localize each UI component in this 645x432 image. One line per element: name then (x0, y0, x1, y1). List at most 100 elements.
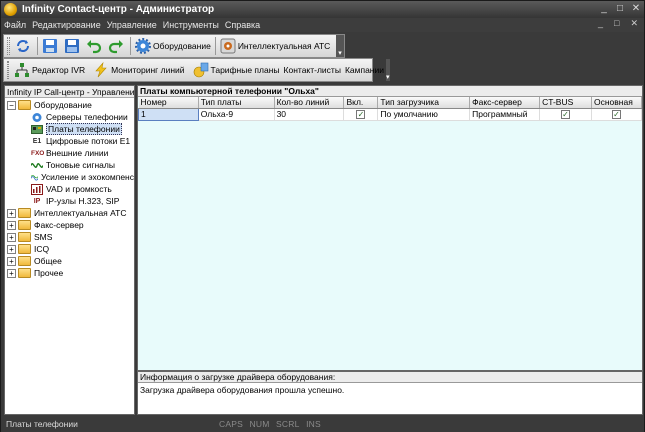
collapse-toggle[interactable]: − (7, 100, 16, 110)
column-header-ct-bus[interactable]: CT-BUS (539, 97, 592, 109)
cell-line-count[interactable]: 30 (274, 108, 345, 121)
column-header-line-count[interactable]: Кол-во линий (274, 97, 345, 109)
num-indicator: NUM (249, 419, 270, 429)
tree-node-vad-volume[interactable]: VAD и громкость (5, 183, 134, 195)
tree-node-equipment[interactable]: − Оборудование (5, 99, 134, 111)
keyboard-indicators: CAPS NUM SCRL INS (219, 419, 325, 429)
refresh-icon (17, 40, 29, 52)
tree-node-external-lines[interactable]: FXO Внешние линии (5, 147, 134, 159)
undo-button[interactable] (84, 36, 106, 56)
expand-toggle[interactable]: + (7, 268, 16, 278)
column-header-primary[interactable]: Основная (591, 97, 643, 109)
tree-node-label: SMS (34, 232, 53, 242)
expand-toggle[interactable]: + (7, 244, 16, 254)
driver-info-header: Информация о загрузке драйвера оборудова… (138, 372, 642, 383)
cell-ct-bus[interactable]: ✓ (539, 108, 592, 121)
tree-node-label: Цифровые потоки E1 (46, 136, 131, 146)
primary-checkbox[interactable]: ✓ (611, 110, 621, 119)
cell-loader-type[interactable]: По умолчанию (377, 108, 471, 121)
tree-node-ip-nodes[interactable]: IP IP-узлы H.323, SIP (5, 195, 134, 207)
contact-lists-button[interactable]: Контакт-листы (282, 60, 343, 80)
tree-node-label: VAD и громкость (46, 184, 112, 194)
tree-node-digital-streams[interactable]: E1 Цифровые потоки E1 (5, 135, 134, 147)
cell-board-type[interactable]: Ольха-9 (198, 108, 275, 121)
scrl-indicator: SCRL (276, 419, 300, 429)
column-header-fax-server[interactable]: Факс-сервер (469, 97, 541, 109)
equipment-label: Оборудование (153, 41, 211, 51)
folder-icon (18, 256, 31, 266)
minimize-icon[interactable]: _ (599, 3, 609, 15)
tree-node-label-selected: Платы телефонии (46, 123, 122, 135)
mdi-minimize-icon[interactable]: _ (595, 18, 606, 29)
redo-button[interactable] (106, 36, 128, 56)
tree-node-telephony-servers[interactable]: Серверы телефонии (5, 111, 134, 123)
equipment-button[interactable]: Оборудование (133, 36, 213, 56)
menu-manage[interactable]: Управление (104, 20, 160, 30)
column-header-loader-type[interactable]: Тип загрузчика (377, 97, 471, 109)
boards-table: Номер Тип платы Кол-во линий Вкл. Тип за… (138, 97, 643, 121)
save-all-icon (65, 39, 79, 53)
folder-open-icon (18, 100, 31, 110)
pbx-label: Интеллектуальная АТС (237, 41, 331, 51)
toolbar-overflow-chevron[interactable]: ▾ (385, 59, 390, 81)
tariff-plans-button[interactable]: Тарифные планы (191, 60, 282, 80)
board-icon (31, 124, 43, 134)
column-header-enabled[interactable]: Вкл. (343, 97, 379, 109)
ivr-editor-button[interactable]: Редактор IVR (12, 60, 87, 80)
modules-toolbar: Редактор IVR Мониторинг линий Тарифные п… (3, 58, 390, 82)
maximize-icon[interactable]: □ (615, 3, 625, 15)
tree-node-general[interactable]: + Общее (5, 255, 134, 267)
column-header-board-type[interactable]: Тип платы (198, 97, 275, 109)
menu-help[interactable]: Справка (222, 20, 263, 30)
mdi-maximize-icon[interactable]: □ (611, 18, 622, 29)
mdi-close-icon[interactable]: ✕ (627, 18, 641, 29)
ip-icon: IP (33, 197, 41, 205)
tree-node-gain-echo[interactable]: Усиление и эхокомпенс (5, 171, 134, 183)
campaigns-button[interactable]: Кампании (343, 60, 386, 80)
tree-node-tone-signals[interactable]: Тоновые сигналы (5, 159, 134, 171)
toolbar-overflow-chevron[interactable]: ▾ (336, 35, 344, 57)
enabled-checkbox[interactable]: ✓ (356, 110, 366, 119)
cell-primary[interactable]: ✓ (591, 108, 643, 121)
save-button[interactable] (40, 36, 62, 56)
tree-node-telephony-boards[interactable]: Платы телефонии (5, 123, 134, 135)
menu-edit[interactable]: Редактирование (29, 20, 104, 30)
tree-node-fax-server[interactable]: + Факс-сервер (5, 219, 134, 231)
navigation-tree-panel: Infinity IP Call-центр - Управление − Об… (4, 85, 135, 415)
expand-toggle[interactable]: + (7, 208, 16, 218)
save-all-button[interactable] (62, 36, 84, 56)
expand-toggle[interactable]: + (7, 232, 16, 242)
driver-info-panel: Информация о загрузке драйвера оборудова… (137, 371, 643, 415)
pbx-button[interactable]: Интеллектуальная АТС (218, 36, 333, 56)
window-title: Infinity Contact-центр - Администратор (22, 4, 215, 15)
table-row[interactable]: 1 Ольха-9 30 ✓ По умолчанию Программный … (138, 107, 643, 121)
menu-tools[interactable]: Инструменты (160, 20, 222, 30)
toolbar-separator (214, 37, 216, 55)
tree-node-other[interactable]: + Прочее (5, 267, 134, 279)
line-monitoring-button[interactable]: Мониторинг линий (91, 60, 186, 80)
tree-panel-header: Infinity IP Call-центр - Управление (5, 86, 134, 98)
cell-enabled[interactable]: ✓ (343, 108, 379, 121)
toolbar-separator (37, 37, 38, 55)
toolbar-grip[interactable] (7, 37, 10, 55)
tree-node-label: Внешние линии (46, 148, 109, 158)
title-bar: Infinity Contact-центр - Администратор _… (1, 1, 644, 18)
cell-number[interactable]: 1 (138, 107, 199, 121)
ct-bus-checkbox[interactable]: ✓ (561, 110, 571, 119)
cell-fax-server[interactable]: Программный (469, 108, 541, 121)
toolbar-grip[interactable] (7, 61, 9, 79)
column-header-number[interactable]: Номер (138, 97, 199, 109)
caps-indicator: CAPS (219, 419, 243, 429)
tree-node-pbx[interactable]: + Интеллектуальная АТС (5, 207, 134, 219)
folder-icon (18, 220, 31, 230)
expand-toggle[interactable]: + (7, 256, 16, 266)
menu-file[interactable]: Файл (1, 20, 29, 30)
tree-node-icq[interactable]: + ICQ (5, 243, 134, 255)
tariff-plans-label: Тарифные планы (210, 65, 280, 75)
refresh-button[interactable] (13, 36, 35, 56)
tree-node-sms[interactable]: + SMS (5, 231, 134, 243)
grid-panel-title: Платы компьютерной телефонии "Ольха" (138, 86, 642, 97)
close-icon[interactable]: ✕ (631, 3, 641, 15)
tree-node-label: Факс-сервер (34, 220, 84, 230)
expand-toggle[interactable]: + (7, 220, 16, 230)
